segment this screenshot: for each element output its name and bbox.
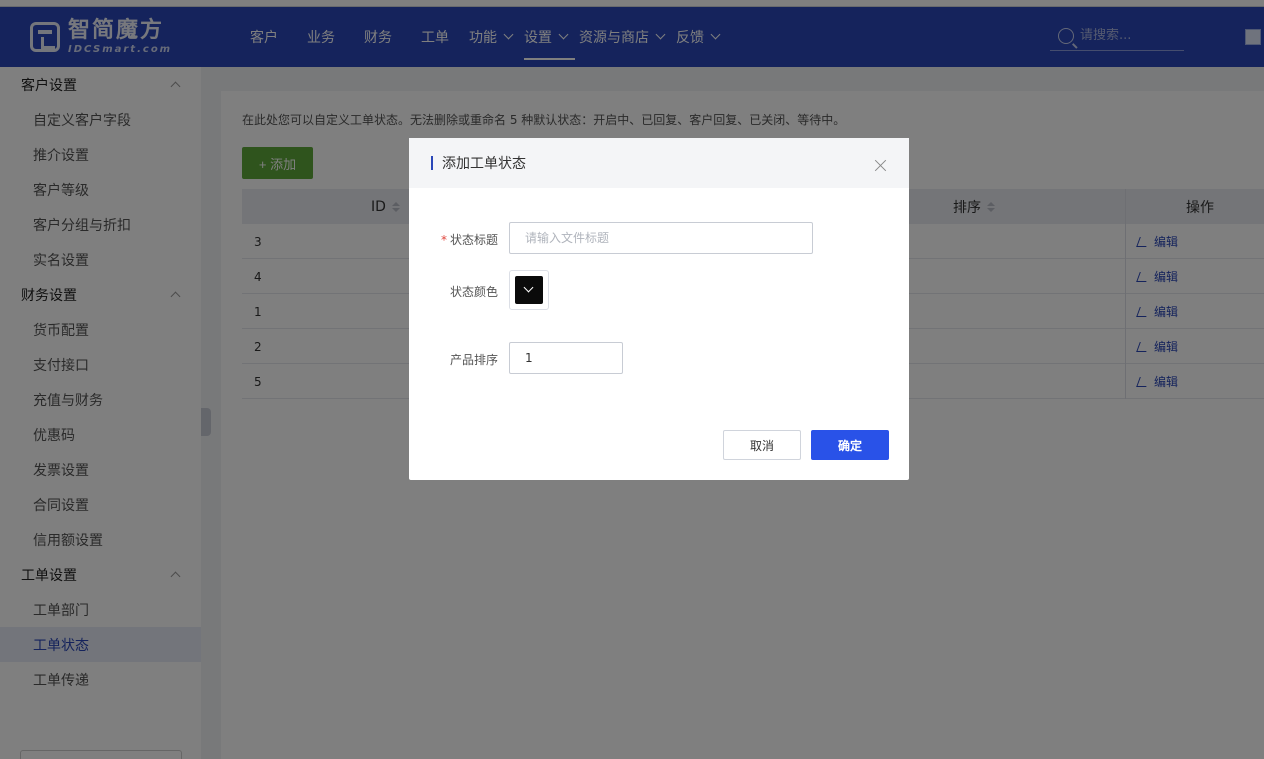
cancel-button[interactable]: 取消 bbox=[723, 430, 801, 460]
label-text: 状态标题 bbox=[449, 233, 498, 247]
required-mark: * bbox=[440, 233, 447, 247]
color-swatch bbox=[515, 276, 543, 304]
dialog-header: 添加工单状态 bbox=[409, 138, 909, 188]
title-accent-bar bbox=[431, 156, 433, 170]
confirm-button[interactable]: 确定 bbox=[811, 430, 889, 460]
status-color-picker[interactable] bbox=[509, 270, 549, 310]
status-title-input[interactable] bbox=[509, 222, 813, 254]
chevron-down-icon bbox=[523, 282, 534, 293]
close-icon[interactable] bbox=[875, 159, 887, 171]
order-input[interactable] bbox=[509, 342, 623, 374]
dialog-title: 添加工单状态 bbox=[442, 156, 526, 172]
status-color-label: 状态颜色 bbox=[449, 285, 498, 299]
add-ticket-status-dialog: 添加工单状态 *状态标题 状态颜色 产品排序 取消 确定 bbox=[409, 138, 909, 480]
status-title-label: * 状态标题 bbox=[418, 231, 498, 248]
order-label: 产品排序 bbox=[449, 353, 498, 367]
